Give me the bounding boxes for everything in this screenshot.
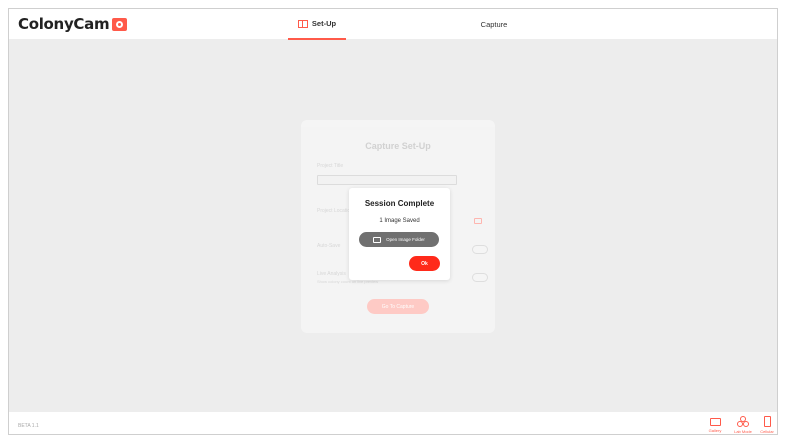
project-location-label: Project Location xyxy=(317,208,353,214)
auto-save-label: Auto-Save xyxy=(317,243,341,249)
gallery-button[interactable]: Gallery xyxy=(703,415,727,434)
tab-setup[interactable]: Set-Up xyxy=(288,9,346,40)
app-title: ColonyCam xyxy=(18,15,110,33)
project-title-label: Project Title xyxy=(317,163,344,169)
open-image-folder-label: Open Image Folder xyxy=(386,237,425,242)
auto-save-toggle[interactable] xyxy=(472,245,488,254)
project-title-input[interactable] xyxy=(317,175,457,185)
app-logo: ColonyCam xyxy=(18,15,128,33)
lab-mode-button[interactable]: Lab Mode xyxy=(731,415,755,434)
gallery-label: Gallery xyxy=(708,428,722,433)
dialog-title: Session Complete xyxy=(364,199,435,208)
card-title: Capture Set-Up xyxy=(365,141,431,151)
ok-button[interactable]: Ok xyxy=(409,256,440,271)
tab-setup-label: Set-Up xyxy=(311,19,337,28)
top-bar: ColonyCam Set-Up Capture xyxy=(9,9,777,40)
open-image-folder-button[interactable]: Open Image Folder xyxy=(359,232,439,247)
camera-icon xyxy=(112,17,128,31)
app-window: ColonyCam Set-Up Capture Capture Set-Up … xyxy=(8,8,778,435)
cellular-button[interactable]: Cellular xyxy=(755,415,777,434)
folder-icon xyxy=(373,236,382,243)
go-to-capture-button[interactable]: Go To Capture xyxy=(367,299,429,314)
setup-icon xyxy=(297,19,308,28)
live-analysis-label: Live Analysis xyxy=(317,271,346,277)
tab-capture-label: Capture xyxy=(480,20,508,29)
workspace: Capture Set-Up Project Title Project Loc… xyxy=(9,40,777,412)
circles-icon xyxy=(737,416,749,427)
tab-capture[interactable]: Capture xyxy=(469,9,519,40)
folder-icon[interactable] xyxy=(474,218,482,224)
version-label: BETA 1.1 xyxy=(18,423,39,429)
cellular-label: Cellular xyxy=(760,429,774,434)
bottom-bar: BETA 1.1 Gallery Lab Mode Cellular xyxy=(9,412,777,434)
live-analysis-toggle[interactable] xyxy=(472,273,488,282)
folder-icon xyxy=(709,418,721,426)
lab-mode-label: Lab Mode xyxy=(734,429,752,434)
session-complete-dialog: Session Complete 1 Image Saved Open Imag… xyxy=(349,188,450,280)
phone-icon xyxy=(763,416,771,427)
dialog-message: 1 Image Saved xyxy=(379,218,420,224)
